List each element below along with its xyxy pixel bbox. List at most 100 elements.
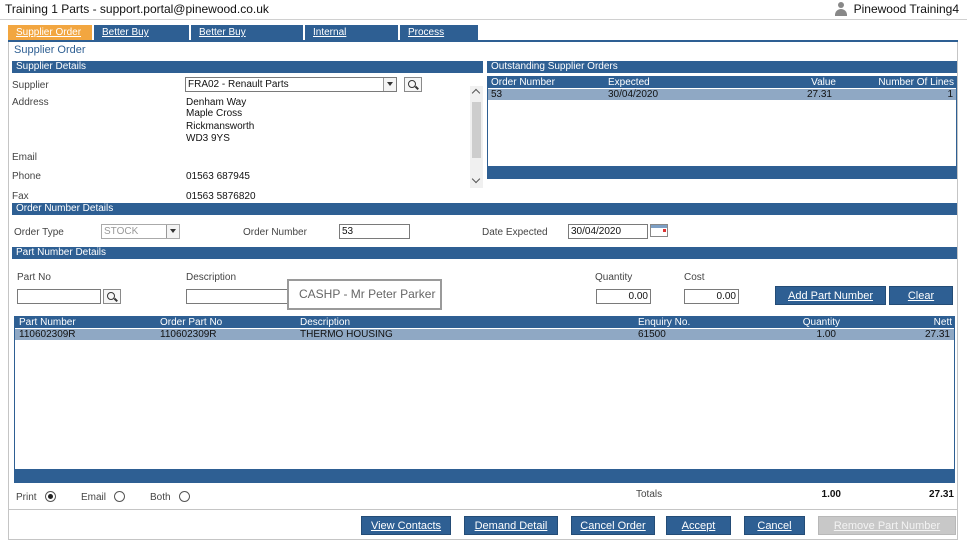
order-number-input[interactable]: 53 <box>339 224 410 239</box>
tab-better-buy-exceptions[interactable]: Better Buy Exceptions <box>191 25 303 54</box>
quantity-label: Quantity <box>595 272 633 283</box>
supplier-details-header: Supplier Details <box>12 61 483 73</box>
address-label: Address <box>12 97 49 108</box>
supplier-value: FRA02 - Renault Parts <box>188 79 289 90</box>
email-option-label: Email <box>81 492 107 503</box>
tab-supplier-order[interactable]: Supplier Order <box>8 25 92 41</box>
fax-label: Fax <box>12 191 29 202</box>
address-line-2: Maple Cross <box>186 108 243 119</box>
col-order-part-no[interactable]: Order Part No <box>160 317 222 328</box>
totals-quantity: 1.00 <box>821 489 841 500</box>
description-label: Description <box>186 272 237 283</box>
grid-footer <box>488 166 956 178</box>
supplier-details-scrollbar[interactable] <box>470 86 483 188</box>
accept-button[interactable]: Accept <box>666 516 731 535</box>
chevron-down-icon[interactable] <box>472 176 481 185</box>
parts-grid: Part Number Order Part No Description En… <box>14 316 955 483</box>
phone-label: Phone <box>12 171 41 182</box>
chevron-down-icon <box>166 225 179 238</box>
outstanding-orders-header: Outstanding Supplier Orders <box>487 61 957 73</box>
grid-header: Part Number Order Part No Description En… <box>15 317 954 328</box>
part-no-input[interactable] <box>17 289 101 304</box>
order-number-cell: 53 <box>491 89 503 100</box>
user-menu[interactable]: Pinewood Training4 <box>834 2 959 16</box>
part-number-details-header: Part Number Details <box>12 247 957 259</box>
chevron-down-icon <box>383 78 396 91</box>
supplier-lookup-icon[interactable] <box>404 77 422 92</box>
email-label: Email <box>12 152 38 163</box>
view-contacts-button[interactable]: View Contacts <box>361 516 451 535</box>
grid-header: Order Number Expected Value Number Of Li… <box>488 77 956 88</box>
address-line-4: WD3 9YS <box>186 133 230 144</box>
order-type-label: Order Type <box>14 227 64 238</box>
user-icon <box>834 2 848 16</box>
col-number-of-lines[interactable]: Number Of Lines <box>878 77 954 88</box>
demand-detail-button[interactable]: Demand Detail <box>464 516 558 535</box>
page-title: Supplier Order <box>14 44 86 56</box>
nett-cell: 27.31 <box>924 329 950 340</box>
both-radio[interactable] <box>179 491 190 502</box>
user-name: Pinewood Training4 <box>853 2 959 16</box>
tab-process-order[interactable]: Process Order <box>400 25 478 54</box>
supplier-select[interactable]: FRA02 - Renault Parts <box>185 77 397 92</box>
enquiry-no-cell: 61500 <box>638 329 666 340</box>
col-expected[interactable]: Expected <box>608 77 650 88</box>
date-expected-input[interactable]: 30/04/2020 <box>568 224 648 239</box>
date-expected-label: Date Expected <box>482 227 548 238</box>
totals-label: Totals <box>636 489 663 500</box>
value-cell: 27.31 <box>806 89 832 100</box>
description-input[interactable] <box>186 289 288 304</box>
col-enquiry-no[interactable]: Enquiry No. <box>638 317 690 328</box>
supplier-label: Supplier <box>12 80 49 91</box>
address-line-3: Rickmansworth <box>186 121 255 132</box>
phone-value: 01563 687945 <box>186 171 250 182</box>
divider <box>8 509 958 510</box>
tab-better-buy-orders[interactable]: Better Buy Orders <box>94 25 189 54</box>
table-row[interactable]: 53 30/04/2020 27.31 1 <box>488 89 956 100</box>
scrollbar-thumb[interactable] <box>472 102 481 158</box>
col-value[interactable]: Value <box>811 77 836 88</box>
chevron-up-icon[interactable] <box>472 88 481 97</box>
cancel-order-button[interactable]: Cancel Order <box>571 516 655 535</box>
print-label: Print <box>16 492 37 503</box>
part-lookup-icon[interactable] <box>103 289 121 304</box>
col-part-number[interactable]: Part Number <box>19 317 76 328</box>
calendar-icon[interactable] <box>650 224 668 237</box>
order-part-no-cell: 110602309R <box>160 329 217 340</box>
col-nett[interactable]: Nett <box>934 317 952 328</box>
tab-bar: Supplier Order Better Buy Orders Better … <box>8 25 478 54</box>
quantity-input[interactable]: 0.00 <box>596 289 651 304</box>
title-bar: Training 1 Parts - support.portal@pinewo… <box>0 0 967 20</box>
order-type-select[interactable]: STOCK <box>101 224 180 239</box>
col-order-number[interactable]: Order Number <box>491 77 555 88</box>
order-number-details-header: Order Number Details <box>12 203 957 215</box>
fax-value: 01563 5876820 <box>186 191 256 202</box>
lines-cell: 1 <box>947 89 953 100</box>
print-radio[interactable] <box>45 491 56 502</box>
part-number-cell: 110602309R <box>19 329 76 340</box>
tab-internal-requests[interactable]: Internal Requests <box>305 25 398 54</box>
remove-part-number-button: Remove Part Number <box>818 516 956 535</box>
order-number-label: Order Number <box>243 227 307 238</box>
clear-button[interactable]: Clear <box>889 286 953 305</box>
table-row[interactable]: 110602309R 110602309R THERMO HOUSING 615… <box>15 329 954 340</box>
customer-tooltip: CASHP - Mr Peter Parker <box>287 279 442 310</box>
description-cell: THERMO HOUSING <box>300 329 393 340</box>
address-line-1: Denham Way <box>186 97 247 108</box>
cost-label: Cost <box>684 272 705 283</box>
expected-cell: 30/04/2020 <box>608 89 659 100</box>
email-radio[interactable] <box>114 491 125 502</box>
totals-nett: 27.31 <box>928 489 954 500</box>
quantity-cell: 1.00 <box>816 329 836 340</box>
add-part-number-button[interactable]: Add Part Number <box>775 286 886 305</box>
part-no-label: Part No <box>17 272 51 283</box>
col-quantity[interactable]: Quantity <box>803 317 840 328</box>
cancel-button[interactable]: Cancel <box>744 516 805 535</box>
both-label: Both <box>150 492 171 503</box>
cost-input[interactable]: 0.00 <box>684 289 739 304</box>
col-description[interactable]: Description <box>300 317 350 328</box>
grid-footer <box>15 469 954 482</box>
order-type-value: STOCK <box>104 226 139 237</box>
window-title: Training 1 Parts - support.portal@pinewo… <box>5 2 269 16</box>
outstanding-orders-grid: Order Number Expected Value Number Of Li… <box>487 76 957 179</box>
